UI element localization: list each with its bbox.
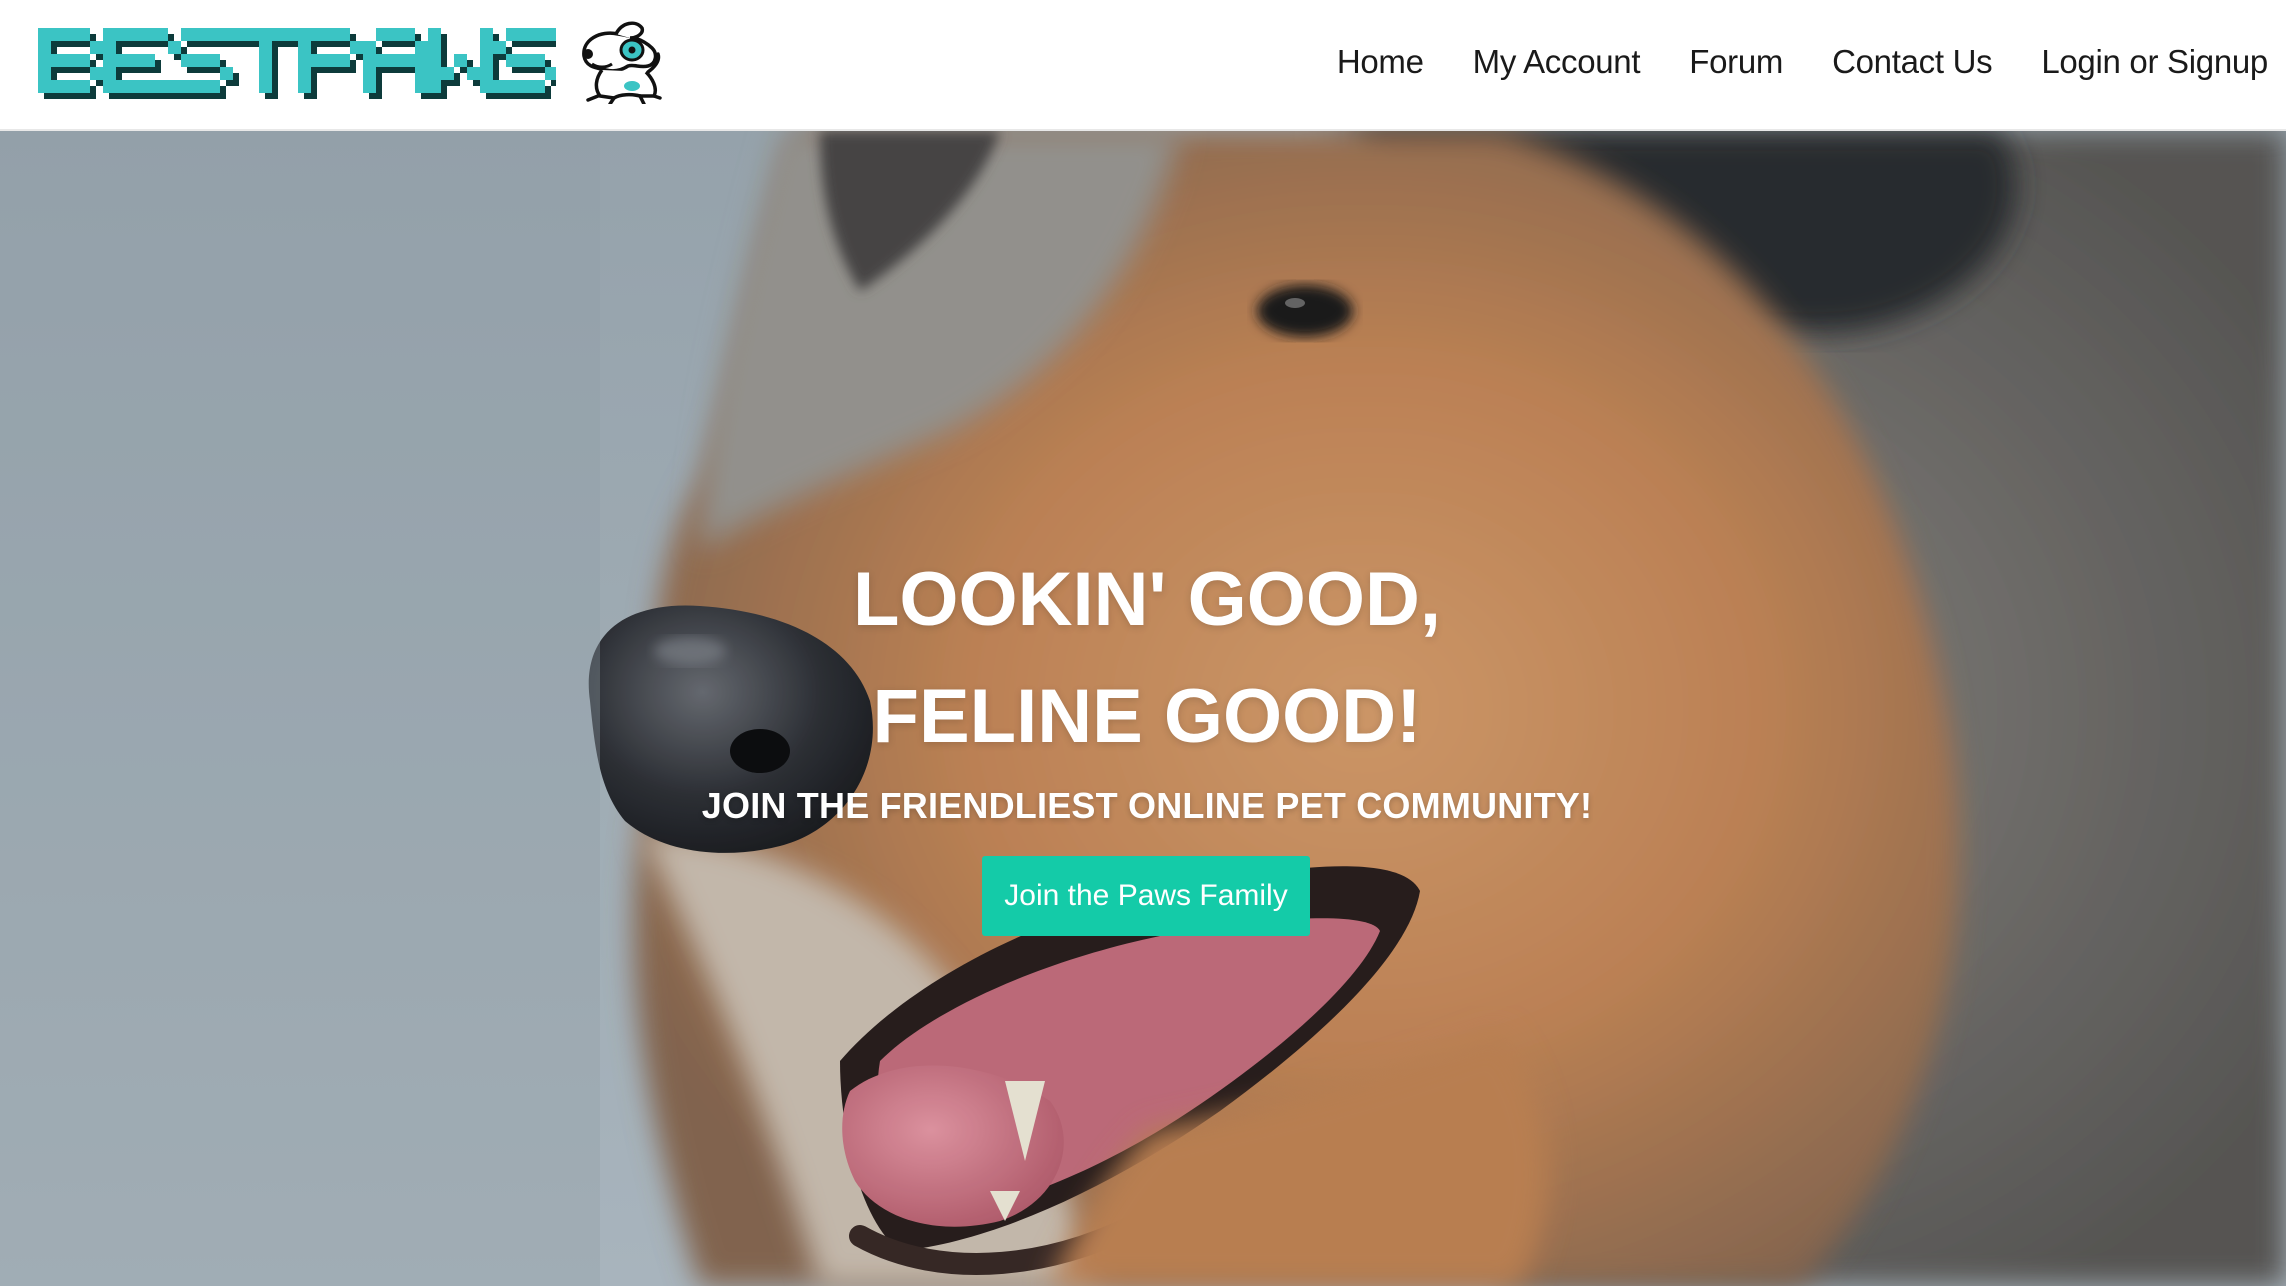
nav-my-account-link[interactable]: My Account (1473, 43, 1641, 81)
site-header: Home My Account Forum Contact Us Login o… (0, 0, 2286, 131)
hero-content: LOOKIN' GOOD, FELINE GOOD! JOIN THE FRIE… (0, 131, 2286, 1286)
hero-headline-line2: FELINE GOOD! (872, 674, 1422, 759)
nav-login-signup-link[interactable]: Login or Signup (2041, 43, 2268, 81)
hero-section: LOOKIN' GOOD, FELINE GOOD! JOIN THE FRIE… (0, 131, 2286, 1286)
hero-headline-line1: LOOKIN' GOOD, (852, 557, 1442, 642)
site-logo[interactable] (36, 21, 668, 104)
main-nav: Home My Account Forum Contact Us Login o… (1288, 32, 2268, 92)
nav-contact-us-link[interactable]: Contact Us (1832, 43, 1993, 81)
nav-forum-link[interactable]: Forum (1689, 43, 1783, 81)
nav-home-link[interactable]: Home (1337, 43, 1424, 81)
join-paws-family-button[interactable]: Join the Paws Family (982, 856, 1310, 936)
hero-subheadline: JOIN THE FRIENDLIEST ONLINE PET COMMUNIT… (701, 785, 1593, 826)
logo-wordmark (38, 28, 556, 99)
cartoon-dog-icon (582, 21, 662, 104)
